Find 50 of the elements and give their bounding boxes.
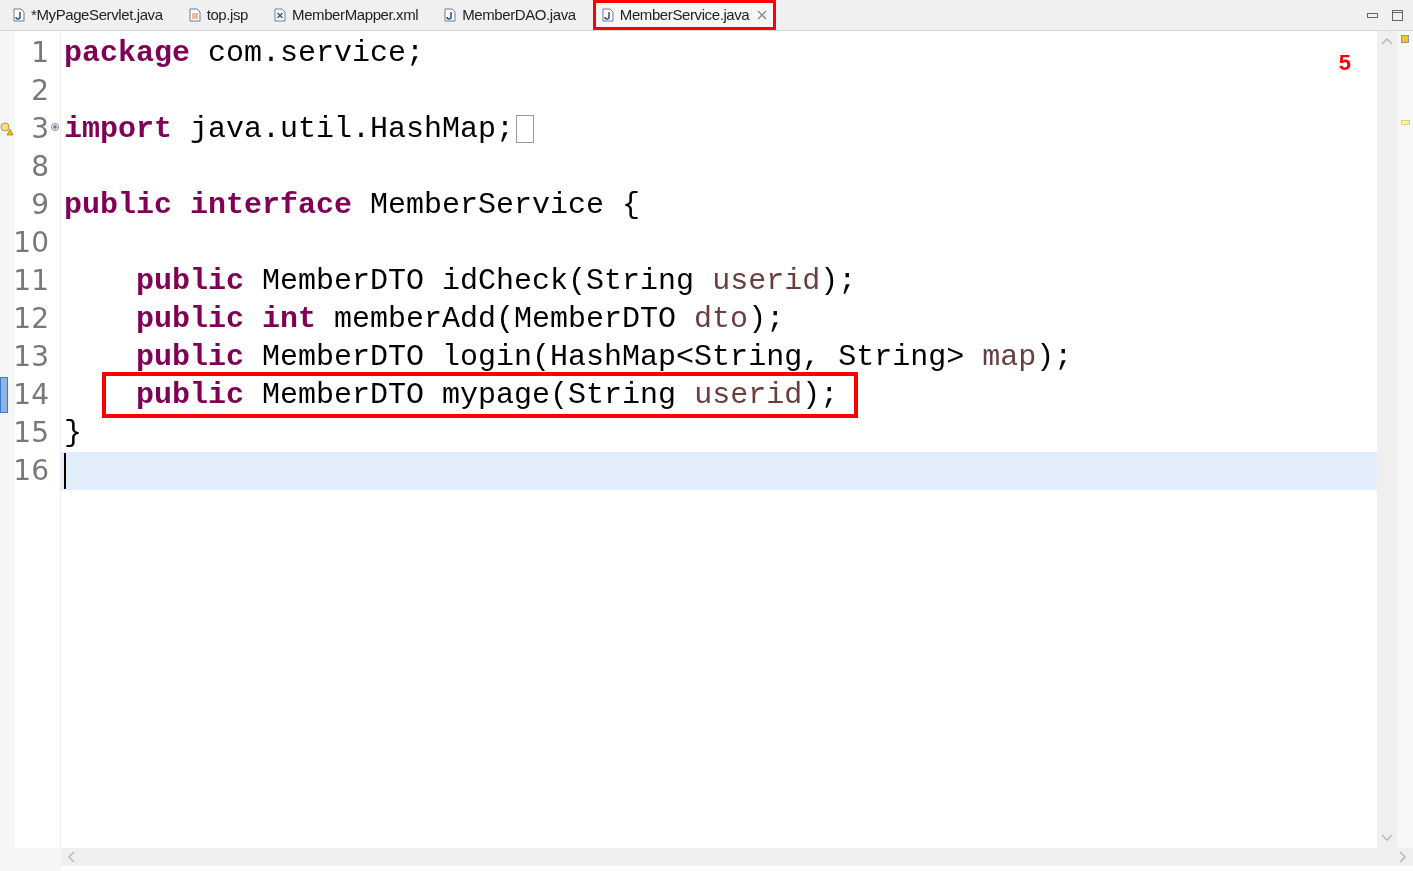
code-line: public int memberAdd(MemberDTO dto); [135,302,785,336]
text-cursor [64,453,66,489]
editor-tab[interactable]: MemberService.java [592,0,777,30]
java-file-icon [13,8,25,22]
line-number: 11 [13,263,49,299]
line-number: 8 [31,149,49,185]
line-number: 13 [13,339,49,375]
editor-tab[interactable]: MemberDAO.java [435,0,585,30]
line-number: 3 [31,111,49,147]
line-number: 12 [13,301,49,337]
maximize-icon[interactable] [1392,9,1403,21]
code-line: import java.util.HashMap; [64,112,515,146]
tab-label: MemberMapper.xml [292,4,419,25]
line-number: 16 [13,453,49,489]
folded-code-marker[interactable] [516,115,535,143]
editor-tab[interactable]: MemberMapper.xml [265,0,428,30]
step-number: 5 [1338,49,1351,77]
scroll-up-icon[interactable] [1381,37,1393,45]
minimize-icon[interactable] [1367,12,1378,18]
scroll-left-icon[interactable] [67,851,75,863]
warning-marker [1400,120,1410,125]
code-line: public MemberDTO login(HashMap<String, String> map); [135,340,1073,374]
editor-tab[interactable]: *MyPageServlet.java [4,0,172,30]
xml-file-icon [274,8,287,22]
line-number: 14 [13,377,49,413]
editor-tab[interactable]: top.jsp [179,0,258,30]
horizontal-scrollbar[interactable] [61,848,1413,866]
tab-label: top.jsp [206,4,249,25]
scroll-down-icon[interactable] [1381,834,1393,842]
line-number: 9 [31,187,49,223]
document-icon [188,8,201,22]
tab-label: MemberDAO.java [462,4,576,25]
vertical-scrollbar[interactable] [1377,31,1397,848]
scroll-right-icon[interactable] [1399,851,1407,863]
java-file-icon [601,8,614,22]
code-line: public MemberDTO idCheck(String userid); [135,264,857,298]
line-number: 15 [13,415,49,451]
java-file-icon [444,8,457,22]
line-number: 10 [13,225,49,261]
line-number: 1 [31,35,49,71]
warning-status-icon [1401,35,1409,43]
code-line: package com.service; [64,36,425,70]
code-line: } [64,416,82,450]
code-line: public interface MemberService { [64,188,641,222]
tab-label: *MyPageServlet.java [31,4,163,25]
expand-fold-icon[interactable] [51,123,59,131]
close-icon[interactable] [757,10,768,20]
line-number: 2 [31,73,49,109]
tab-label: MemberService.java [619,4,750,25]
code-line: public MemberDTO mypage(String userid); [64,378,839,412]
